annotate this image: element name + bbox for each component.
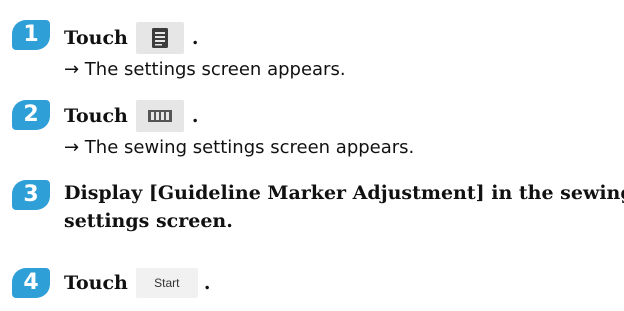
- step-instruction-line-2: settings screen.: [64, 210, 233, 232]
- sewing-settings-button[interactable]: [135, 100, 184, 132]
- instruction-text: Touch: [64, 272, 128, 294]
- start-button[interactable]: Start: [135, 268, 198, 298]
- instruction-text: Touch: [64, 27, 128, 49]
- instruction-text: Touch: [64, 105, 128, 127]
- instruction-period: .: [191, 27, 199, 49]
- step-number-badge: 3: [12, 180, 50, 210]
- step-instruction: Touch Start.: [64, 268, 210, 298]
- step-number-badge: 4: [12, 268, 50, 298]
- step-result: → The settings screen appears.: [64, 59, 346, 80]
- step-instruction: Touch.: [64, 22, 198, 54]
- settings-button[interactable]: [135, 22, 184, 54]
- step-instruction: Touch.: [64, 100, 198, 132]
- step-result: → The sewing settings screen appears.: [64, 137, 415, 158]
- step-number-badge: 1: [12, 20, 50, 50]
- instruction-period: .: [203, 272, 211, 294]
- step-number-badge: 2: [12, 100, 50, 130]
- instruction-period: .: [191, 105, 199, 127]
- step-instruction-line-1: Display [Guideline Marker Adjustment] in…: [64, 182, 624, 204]
